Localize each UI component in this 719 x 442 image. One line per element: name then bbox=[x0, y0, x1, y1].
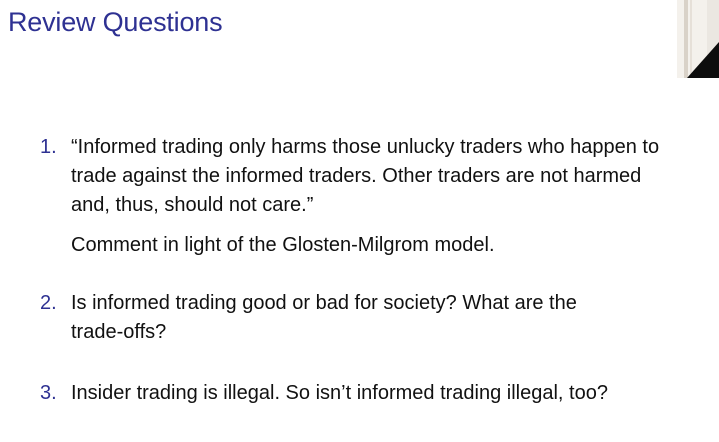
question-number: 3. bbox=[40, 382, 57, 404]
question-number: 2. bbox=[40, 292, 57, 314]
question-text-line: Is informed trading good or bad for soci… bbox=[71, 292, 577, 314]
question-text-line: trade-offs? bbox=[71, 321, 167, 343]
question-text-line: and, thus, should not care.” bbox=[71, 194, 314, 216]
question-text-line: “Informed trading only harms those unluc… bbox=[71, 136, 660, 158]
question-note: Comment in light of the Glosten-Milgrom … bbox=[71, 234, 495, 256]
question-text-line: trade against the informed traders. Othe… bbox=[71, 165, 642, 187]
question-text-line: Insider trading is illegal. So isn’t inf… bbox=[71, 382, 608, 404]
question-number: 1. bbox=[40, 136, 57, 158]
question-list: 1. “Informed trading only harms those un… bbox=[0, 0, 719, 442]
